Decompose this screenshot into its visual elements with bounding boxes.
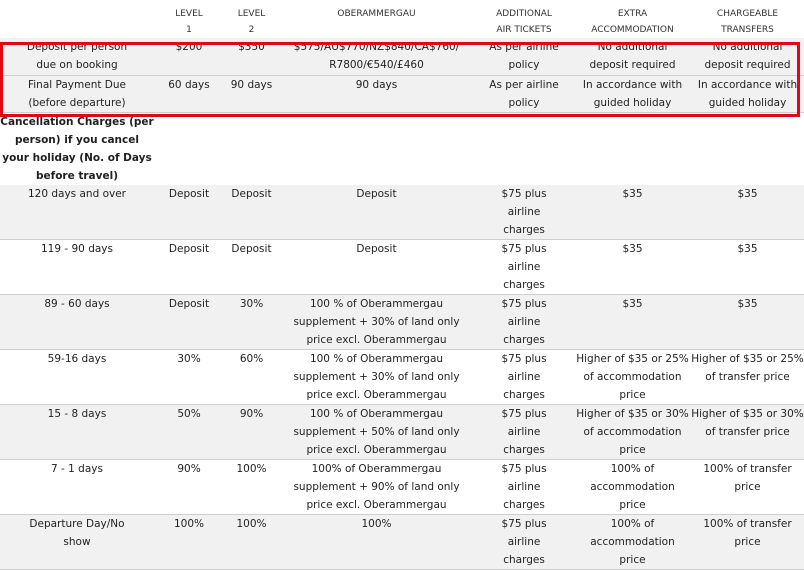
cancellation-cell-accommodation: Higher of $35 or 25% of accommodation pr… bbox=[574, 349, 691, 405]
deposit-transfers: No additional deposit required bbox=[691, 38, 804, 76]
cancellation-cell-air-tickets: $75 plus airline charges bbox=[474, 514, 574, 570]
deposit-row: Deposit per person due on booking $200 $… bbox=[0, 38, 804, 76]
cancellation-cell-air-tickets: $75 plus airline charges bbox=[474, 459, 574, 515]
cancellation-cell-days-label: 59-16 days bbox=[0, 349, 154, 405]
cancellation-cell-level-1: Deposit bbox=[154, 239, 224, 295]
final-oberammergau: 90 days bbox=[279, 75, 474, 113]
cancellation-title: Cancellation Charges (per person) if you… bbox=[0, 115, 154, 182]
cancellation-cell-days-label: 89 - 60 days bbox=[0, 294, 154, 350]
cancellation-cell-accommodation: 100% of accommodation price bbox=[574, 459, 691, 515]
cancellation-cell-level-2: 90% bbox=[224, 404, 279, 460]
cancellation-cell-transfers: 100% of transfer price bbox=[691, 459, 804, 515]
header-air-tickets: ADDITIONAL AIR TICKETS bbox=[496, 9, 552, 35]
header-oberammergau: OBERAMMERGAU bbox=[337, 9, 416, 19]
header-row: LEVEL 1 LEVEL 2 OBERAMMERGAU ADDITIONAL AIR… bbox=[0, 0, 804, 38]
cancellation-cell-days-label: 7 - 1 days bbox=[0, 459, 154, 515]
cancellation-cell-transfers: $35 bbox=[691, 239, 804, 295]
final-transfers: In accordance with guided holiday bbox=[691, 75, 804, 113]
header-level-1: LEVEL 1 bbox=[175, 9, 203, 35]
deposit-accommodation: No additional deposit required bbox=[574, 38, 691, 76]
cancellation-cell-air-tickets: $75 plus airline charges bbox=[474, 294, 574, 350]
header-empty bbox=[0, 0, 154, 38]
cancellation-cell-accommodation: $35 bbox=[574, 239, 691, 295]
cancellation-cell-oberammergau: Deposit bbox=[279, 239, 474, 295]
deposit-oberammergau: $575/AU$770/NZ$840/CA$760/ R7800/€540/£4… bbox=[279, 38, 474, 76]
cancellation-cell-accommodation: Higher of $35 or 30% of accommodation pr… bbox=[574, 404, 691, 460]
final-level-2: 90 days bbox=[224, 75, 279, 113]
cancellation-cell-level-1: 100% bbox=[154, 514, 224, 570]
cancellation-cell-air-tickets: $75 plus airline charges bbox=[474, 404, 574, 460]
cancellation-row: 89 - 60 days Deposit 30% 100 % of Oberammer… bbox=[0, 294, 804, 350]
cancellation-policy-table: LEVEL 1 LEVEL 2 OBERAMMERGAU ADDITIONAL AIR… bbox=[0, 0, 804, 570]
cancellation-cell-accommodation: $35 bbox=[574, 294, 691, 350]
cancellation-cell-air-tickets: $75 plus airline charges bbox=[474, 184, 574, 240]
final-payment-row: Final Payment Due (before departure) 60 … bbox=[0, 75, 804, 113]
deposit-level-1: $200 bbox=[154, 38, 224, 76]
cancellation-cell-transfers: 100% of transfer price bbox=[691, 514, 804, 570]
final-level-1: 60 days bbox=[154, 75, 224, 113]
final-label: Final Payment Due (before departure) bbox=[0, 75, 154, 113]
final-air: As per airline policy bbox=[474, 75, 574, 113]
cancellation-row: 120 days and over Deposit Deposit Deposit $7… bbox=[0, 184, 804, 240]
header-level-2: LEVEL 2 bbox=[237, 9, 266, 35]
cancellation-cell-oberammergau: 100% bbox=[279, 514, 474, 570]
cancellation-cell-level-1: Deposit bbox=[154, 184, 224, 240]
cancellation-cell-level-2: 30% bbox=[224, 294, 279, 350]
cancellation-cell-oberammergau: 100 % of Oberammergau supplement + 50% o… bbox=[279, 404, 474, 460]
cancellation-cell-level-2: 100% bbox=[224, 514, 279, 570]
cancellation-cell-level-2: 60% bbox=[224, 349, 279, 405]
cancellation-cell-level-1: Deposit bbox=[154, 294, 224, 350]
cancellation-cell-air-tickets: $75 plus airline charges bbox=[474, 349, 574, 405]
cancellation-cell-level-2: 100% bbox=[224, 459, 279, 515]
cancellation-cell-level-1: 90% bbox=[154, 459, 224, 515]
cancellation-cell-transfers: $35 bbox=[691, 294, 804, 350]
cancellation-cell-transfers: $35 bbox=[691, 184, 804, 240]
deposit-level-2: $350 bbox=[224, 38, 279, 76]
cancellation-row: 15 - 8 days 50% 90% 100 % of Oberammergau s… bbox=[0, 404, 804, 460]
cancellation-cell-days-label: 119 - 90 days bbox=[0, 239, 154, 295]
cancellation-cell-oberammergau: Deposit bbox=[279, 184, 474, 240]
cancellation-cell-level-2: Deposit bbox=[224, 184, 279, 240]
deposit-label: Deposit per person due on booking bbox=[0, 38, 154, 76]
deposit-air: As per airline policy bbox=[474, 38, 574, 76]
cancellation-cell-transfers: Higher of $35 or 25% of transfer price bbox=[691, 349, 804, 405]
cancellation-row: Departure Day/No show 100% 100% 100% $75 plu… bbox=[0, 514, 804, 570]
header-accommodation: EXTRA ACCOMMODATION bbox=[591, 9, 674, 35]
cancellation-title-row: Cancellation Charges (per person) if you… bbox=[0, 112, 804, 185]
cancellation-cell-days-label: 15 - 8 days bbox=[0, 404, 154, 460]
cancellation-cell-oberammergau: 100 % of Oberammergau supplement + 30% o… bbox=[279, 294, 474, 350]
cancellation-cell-level-1: 50% bbox=[154, 404, 224, 460]
cancellation-cell-transfers: Higher of $35 or 30% of transfer price bbox=[691, 404, 804, 460]
cancellation-cell-oberammergau: 100 % of Oberammergau supplement + 30% o… bbox=[279, 349, 474, 405]
cancellation-cell-accommodation: $35 bbox=[574, 184, 691, 240]
cancellation-row: 59-16 days 30% 60% 100 % of Oberammergau su… bbox=[0, 349, 804, 405]
cancellation-cell-air-tickets: $75 plus airline charges bbox=[474, 239, 574, 295]
header-transfers: CHARGEABLE TRANSFERS bbox=[716, 9, 779, 35]
cancellation-cell-oberammergau: 100% of Oberammergau supplement + 90% of… bbox=[279, 459, 474, 515]
cancellation-cell-accommodation: 100% of accommodation price bbox=[574, 514, 691, 570]
cancellation-cell-level-1: 30% bbox=[154, 349, 224, 405]
cancellation-cell-days-label: Departure Day/No show bbox=[0, 514, 154, 570]
final-accommodation: In accordance with guided holiday bbox=[574, 75, 691, 113]
cancellation-cell-level-2: Deposit bbox=[224, 239, 279, 295]
cancellation-row: 7 - 1 days 90% 100% 100% of Oberammergau su… bbox=[0, 459, 804, 515]
cancellation-cell-days-label: 120 days and over bbox=[0, 184, 154, 240]
cancellation-row: 119 - 90 days Deposit Deposit Deposit $75 pl… bbox=[0, 239, 804, 295]
